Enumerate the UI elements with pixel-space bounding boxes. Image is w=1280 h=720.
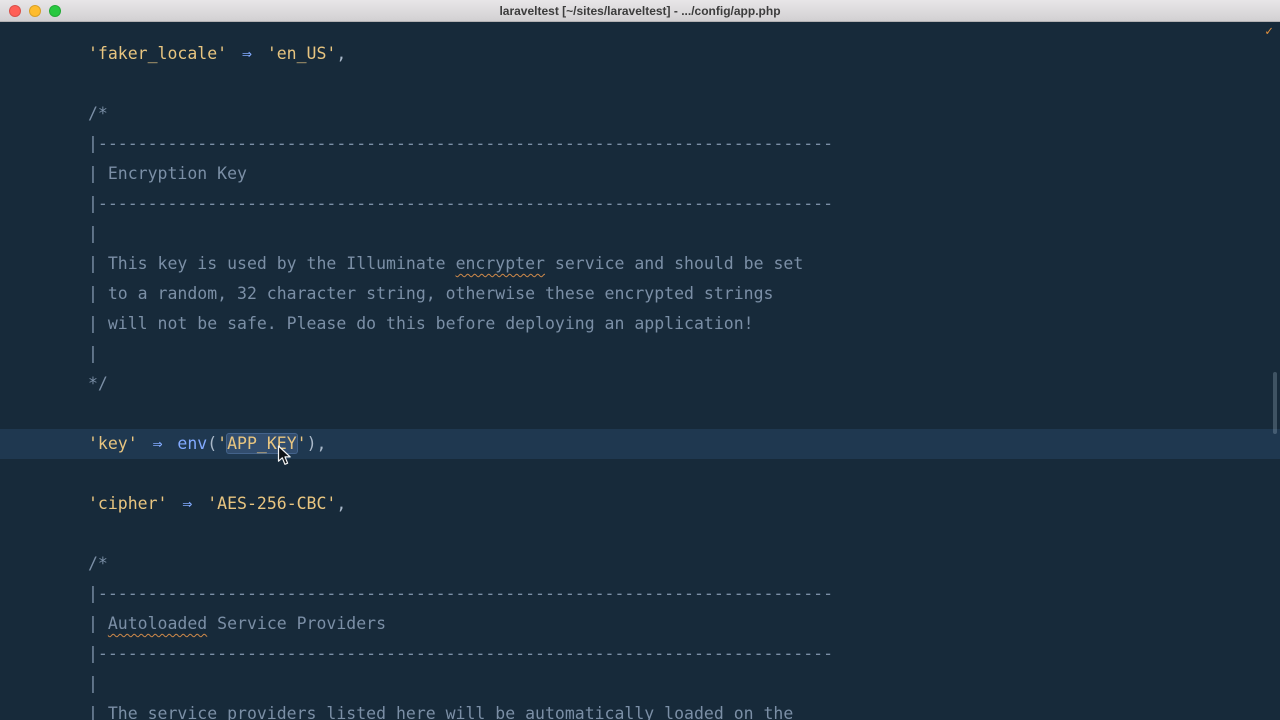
code-token: | will not be safe. Please do this befor…: [88, 314, 754, 333]
code-token: ): [306, 434, 317, 453]
code-line[interactable]: [0, 399, 1280, 429]
zoom-button[interactable]: [49, 4, 61, 17]
code-line[interactable]: |---------------------------------------…: [0, 639, 1280, 669]
code-token: ⇒: [241, 44, 252, 63]
code-line[interactable]: |: [0, 219, 1280, 249]
code-token: |---------------------------------------…: [88, 134, 834, 153]
file-status-icon: ✓: [1265, 24, 1273, 39]
code-token: ': [217, 434, 228, 453]
code-line-current[interactable]: 'key' ⇒ env('APP_KEY'),: [0, 429, 1280, 459]
code-token: | to a random, 32 character string, othe…: [88, 284, 774, 303]
code-line[interactable]: 'faker_locale' ⇒ 'en_US',: [0, 39, 1280, 69]
code-token: ,: [316, 434, 327, 453]
code-line[interactable]: | Autoloaded Service Providers: [0, 609, 1280, 639]
editor[interactable]: 'faker_locale' ⇒ 'en_US', /* |------------…: [0, 22, 1280, 720]
code-token: |: [88, 344, 98, 363]
code-line[interactable]: [0, 459, 1280, 489]
code-line[interactable]: 'cipher' ⇒ 'AES-256-CBC',: [0, 489, 1280, 519]
code-line[interactable]: */: [0, 369, 1280, 399]
code-token: 'en_US': [266, 44, 337, 63]
code-token: (: [207, 434, 218, 453]
code-token: 'key': [88, 434, 138, 453]
misspelled-word: Autoloaded: [107, 614, 208, 633]
code-line[interactable]: | will not be safe. Please do this befor…: [0, 309, 1280, 339]
code-token: */: [88, 374, 108, 393]
window-titlebar[interactable]: laraveltest [~/sites/laraveltest] - .../…: [0, 0, 1280, 22]
code-token: ,: [336, 44, 347, 63]
code-token: ⇒: [152, 434, 163, 453]
code-token: |: [88, 614, 108, 633]
code-token: 'faker_locale': [88, 44, 228, 63]
code-token: 'AES-256-CBC': [207, 494, 337, 513]
minimize-button[interactable]: [29, 4, 41, 17]
code-token: /*: [88, 104, 108, 123]
code-token: | The service providers listed here will…: [88, 704, 794, 720]
misspelled-word: encrypter: [455, 254, 545, 273]
code-token: ,: [336, 494, 347, 513]
close-button[interactable]: [9, 4, 21, 17]
screen: { "window": { "title": "laraveltest [~/s…: [0, 0, 1280, 720]
code-token: |---------------------------------------…: [88, 194, 834, 213]
code-line[interactable]: /*: [0, 99, 1280, 129]
code-line[interactable]: [0, 69, 1280, 99]
code-line[interactable]: |: [0, 669, 1280, 699]
code-token: |---------------------------------------…: [88, 644, 834, 663]
code-token: ': [296, 434, 307, 453]
code-token: |---------------------------------------…: [88, 584, 834, 603]
code-token: service and should be set: [544, 254, 804, 273]
code-line[interactable]: /*: [0, 549, 1280, 579]
code-token: ⇒: [182, 494, 193, 513]
code-token: Service Providers: [207, 614, 387, 633]
code-token: env: [177, 434, 208, 453]
code-token: /*: [88, 554, 108, 573]
code-line[interactable]: | to a random, 32 character string, othe…: [0, 279, 1280, 309]
code-line[interactable]: |---------------------------------------…: [0, 129, 1280, 159]
code-token: 'cipher': [88, 494, 168, 513]
code-line[interactable]: |: [0, 339, 1280, 369]
code-line[interactable]: | This key is used by the Illuminate enc…: [0, 249, 1280, 279]
code-token: | This key is used by the Illuminate: [88, 254, 456, 273]
code-line[interactable]: |---------------------------------------…: [0, 189, 1280, 219]
code-token: |: [88, 674, 98, 693]
code-token: | Encryption Key: [88, 164, 247, 183]
code-token: |: [88, 224, 98, 243]
code-line[interactable]: |---------------------------------------…: [0, 579, 1280, 609]
code-line[interactable]: [0, 519, 1280, 549]
code-line[interactable]: | The service providers listed here will…: [0, 699, 1280, 720]
window-title: laraveltest [~/sites/laraveltest] - .../…: [499, 3, 781, 18]
scrollbar-thumb[interactable]: [1273, 372, 1277, 434]
code-line[interactable]: | Encryption Key: [0, 159, 1280, 189]
traffic-lights: [0, 4, 61, 17]
selected-word: APP_KEY: [227, 434, 297, 453]
